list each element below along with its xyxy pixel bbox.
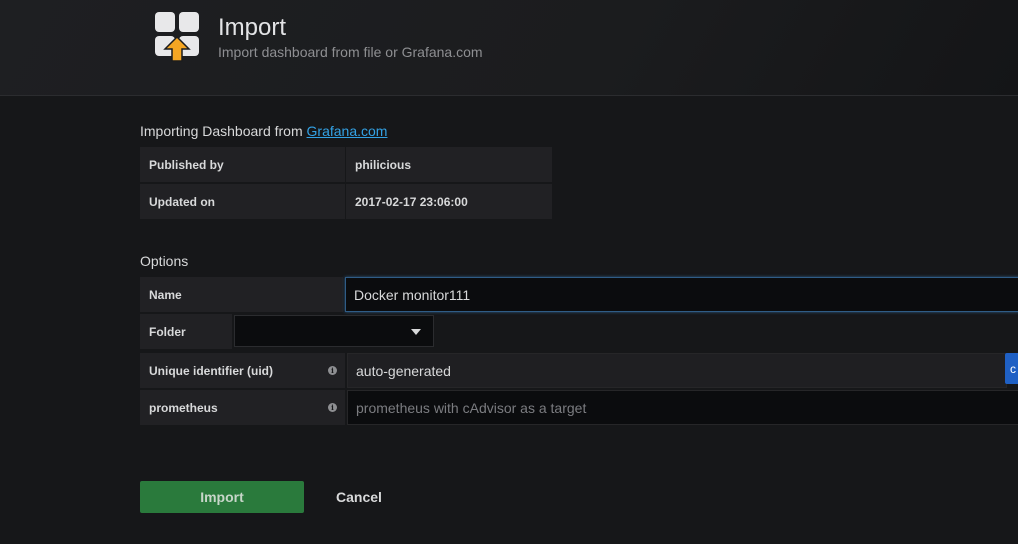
options-heading: Options [140, 253, 189, 269]
prometheus-placeholder: prometheus with cAdvisor as a target [356, 399, 587, 416]
folder-select[interactable] [234, 315, 434, 347]
name-input[interactable]: Docker monitor111 [345, 277, 1018, 312]
info-icon[interactable]: i [328, 403, 337, 412]
page-header: Import Import dashboard from file or Gra… [0, 0, 1018, 96]
info-icon[interactable]: i [328, 366, 337, 375]
grafana-com-link[interactable]: Grafana.com [307, 123, 388, 139]
change-uid-button[interactable]: c [1005, 353, 1018, 384]
import-page: Import Import dashboard from file or Gra… [0, 0, 1018, 544]
name-label: Name [140, 277, 343, 312]
import-source-prefix: Importing Dashboard from [140, 123, 307, 139]
uid-input-value: auto-generated [356, 362, 451, 379]
change-uid-button-label: c [1010, 361, 1016, 376]
cancel-button[interactable]: Cancel [320, 481, 398, 513]
page-title: Import [218, 14, 287, 41]
name-input-value: Docker monitor111 [354, 286, 471, 303]
import-button[interactable]: Import [140, 481, 304, 513]
folder-label: Folder [140, 314, 232, 349]
prometheus-label-text: prometheus [149, 400, 218, 415]
updated-on-label: Updated on [140, 184, 345, 219]
import-dashboard-icon [155, 12, 199, 62]
uid-input[interactable]: auto-generated [347, 353, 1007, 388]
published-by-value: philicious [346, 147, 552, 182]
uid-label-text: Unique identifier (uid) [149, 363, 273, 378]
page-subtitle: Import dashboard from file or Grafana.co… [218, 44, 483, 60]
prometheus-label: prometheus i [140, 390, 345, 425]
published-by-label: Published by [140, 147, 345, 182]
chevron-down-icon [411, 329, 421, 335]
import-source-text: Importing Dashboard from Grafana.com [140, 123, 387, 139]
updated-on-value: 2017-02-17 23:06:00 [346, 184, 552, 219]
prometheus-datasource-input[interactable]: prometheus with cAdvisor as a target [347, 390, 1018, 425]
uid-label: Unique identifier (uid) i [140, 353, 345, 388]
